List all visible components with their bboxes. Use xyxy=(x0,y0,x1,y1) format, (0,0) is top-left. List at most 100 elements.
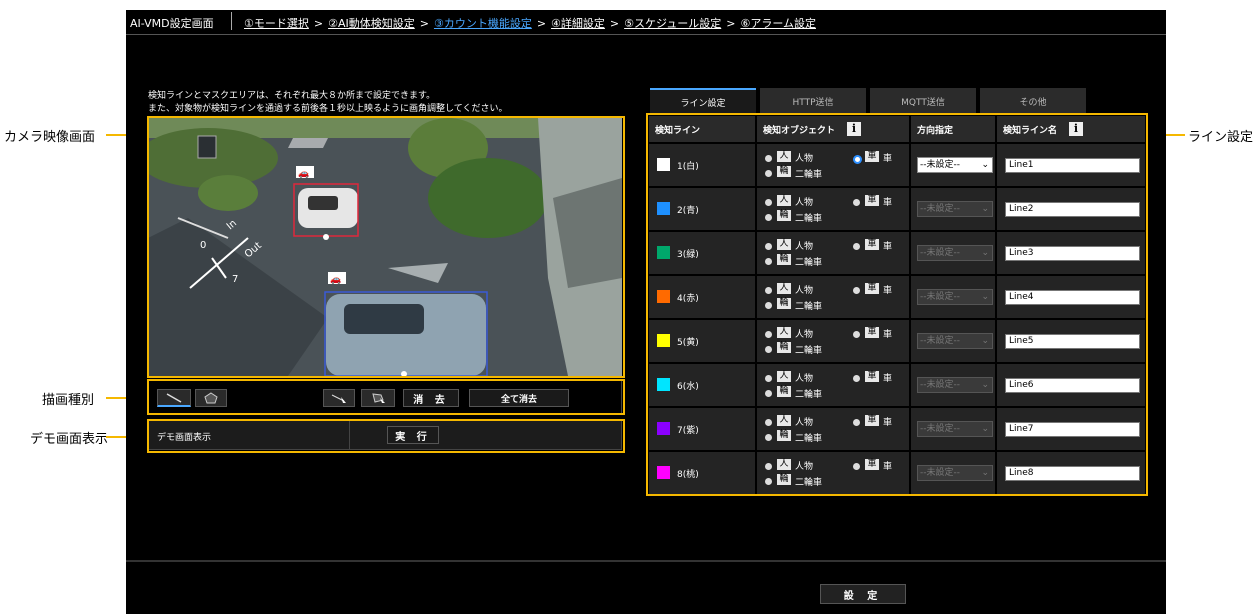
erase-all-button[interactable]: 全て消去 xyxy=(469,389,569,407)
step-detail[interactable]: ④詳細設定 xyxy=(551,17,605,30)
line-tool-button[interactable] xyxy=(157,389,191,407)
bike-radio[interactable] xyxy=(765,390,772,397)
person-radio[interactable] xyxy=(765,155,772,162)
line-name-input[interactable]: Line7 xyxy=(1005,422,1140,437)
direction-value: --未設定-- xyxy=(920,424,960,434)
direction-select[interactable]: --未設定-- ⌄ xyxy=(917,421,993,437)
car-radio[interactable] xyxy=(853,155,862,164)
car-radio[interactable] xyxy=(853,287,860,294)
direction-select[interactable]: --未設定-- ⌄ xyxy=(917,201,993,217)
car-radio[interactable] xyxy=(853,419,860,426)
line-name-input[interactable]: Line3 xyxy=(1005,246,1140,261)
person-icon: 人 xyxy=(777,459,791,470)
direction-select[interactable]: --未設定-- ⌄ xyxy=(917,465,993,481)
line-name-input[interactable]: Line1 xyxy=(1005,158,1140,173)
name-info-icon[interactable]: i xyxy=(1069,122,1084,136)
step-mode-select[interactable]: ①モード選択 xyxy=(244,17,309,30)
car-radio[interactable] xyxy=(853,243,860,250)
bike-label: 二輪車 xyxy=(795,214,823,224)
person-radio[interactable] xyxy=(765,199,772,206)
car-icon: 車 xyxy=(865,151,879,162)
object-cell: 人人物 車車輪二輪車 xyxy=(757,364,909,406)
direction-value: --未設定-- xyxy=(920,380,960,390)
person-radio[interactable] xyxy=(765,331,772,338)
person-radio[interactable] xyxy=(765,419,772,426)
tab-mqtt[interactable]: MQTT送信 xyxy=(870,88,976,114)
person-icon: 人 xyxy=(777,371,791,382)
table-header: 検知ライン 検知オブジェクト i 方向指定 検知ライン名 i xyxy=(649,116,1145,142)
tab-line-settings[interactable]: ライン設定 xyxy=(650,88,756,114)
step-schedule[interactable]: ⑤スケジュール設定 xyxy=(624,17,721,30)
direction-select[interactable]: --未設定-- ⌄ xyxy=(917,157,993,173)
bike-icon: 輪 xyxy=(777,474,791,485)
line-name-input[interactable]: Line4 xyxy=(1005,290,1140,305)
name-cell: Line3 xyxy=(997,232,1145,274)
table-row: 3(緑) 人人物 車車輪二輪車 --未設定-- ⌄ Line3 xyxy=(649,232,1145,274)
crumb-separator: > xyxy=(313,17,324,30)
header-direction: 方向指定 xyxy=(911,116,995,142)
crumb-separator: > xyxy=(419,17,429,30)
step-alarm[interactable]: ⑥アラーム設定 xyxy=(740,17,816,30)
bike-radio[interactable] xyxy=(765,478,772,485)
car-label: 車 xyxy=(883,462,893,472)
object-cell: 人人物 車車輪二輪車 xyxy=(757,408,909,450)
direction-cell: --未設定-- ⌄ xyxy=(911,364,995,406)
demo-run-button[interactable]: 実 行 xyxy=(387,426,439,444)
car-label: 車 xyxy=(883,286,893,296)
tab-other[interactable]: その他 xyxy=(980,88,1086,114)
direction-value: --未設定-- xyxy=(920,336,960,346)
line-select-icon xyxy=(331,394,346,403)
person-radio[interactable] xyxy=(765,375,772,382)
step-breadcrumb: ①モード選択 > ②AI動体検知設定 > ③カウント機能設定 > ④詳細設定 > ⑤スケジュール… xyxy=(244,15,816,31)
header-name: 検知ライン名 i xyxy=(997,116,1145,142)
bike-label: 二輪車 xyxy=(795,302,823,312)
select-line-button[interactable] xyxy=(323,389,355,407)
line-name-input[interactable]: Line2 xyxy=(1005,202,1140,217)
car-radio[interactable] xyxy=(853,199,860,206)
person-radio[interactable] xyxy=(765,287,772,294)
tab-http[interactable]: HTTP送信 xyxy=(760,88,866,114)
line-name-input[interactable]: Line5 xyxy=(1005,334,1140,349)
set-button[interactable]: 設 定 xyxy=(820,584,906,604)
line-label: 5(黄) xyxy=(677,338,699,348)
line-name-input[interactable]: Line6 xyxy=(1005,378,1140,393)
direction-select[interactable]: --未設定-- ⌄ xyxy=(917,245,993,261)
notice-line-2: また、対象物が検知ラインを通過する前後各１秒以上映るように画角調整してください。 xyxy=(148,104,508,114)
car-radio[interactable] xyxy=(853,375,860,382)
direction-select[interactable]: --未設定-- ⌄ xyxy=(917,289,993,305)
bike-radio[interactable] xyxy=(765,170,772,177)
select-area-button[interactable] xyxy=(361,389,395,407)
chevron-down-icon: ⌄ xyxy=(981,292,989,302)
direction-value: --未設定-- xyxy=(920,204,960,214)
footer-divider xyxy=(126,560,1166,562)
step-count-function[interactable]: ③カウント機能設定 xyxy=(434,17,532,30)
direction-select[interactable]: --未設定-- ⌄ xyxy=(917,377,993,393)
bike-radio[interactable] xyxy=(765,434,772,441)
polygon-tool-button[interactable] xyxy=(195,389,227,407)
car-radio[interactable] xyxy=(853,463,860,470)
person-radio[interactable] xyxy=(765,463,772,470)
bike-radio[interactable] xyxy=(765,258,772,265)
bike-radio[interactable] xyxy=(765,302,772,309)
crumb-separator: > xyxy=(609,17,620,30)
bike-icon: 輪 xyxy=(777,210,791,221)
line-seven-label: 7 xyxy=(232,274,238,285)
person-label: 人物 xyxy=(795,462,814,472)
chevron-down-icon: ⌄ xyxy=(981,160,989,170)
step-ai-detection[interactable]: ②AI動体検知設定 xyxy=(328,17,415,30)
name-cell: Line2 xyxy=(997,188,1145,230)
line-name-input[interactable]: Line8 xyxy=(1005,466,1140,481)
camera-view[interactable]: 🚗 🚗 In Out 0 7 xyxy=(148,118,622,376)
name-cell: Line7 xyxy=(997,408,1145,450)
erase-button[interactable]: 消 去 xyxy=(403,389,459,407)
object-cell: 人人物 車車輪二輪車 xyxy=(757,452,909,494)
car-icon: 車 xyxy=(865,415,879,426)
bike-radio[interactable] xyxy=(765,346,772,353)
bike-radio[interactable] xyxy=(765,214,772,221)
direction-select[interactable]: --未設定-- ⌄ xyxy=(917,333,993,349)
area-select-icon xyxy=(372,393,385,403)
person-radio[interactable] xyxy=(765,243,772,250)
person-icon: 人 xyxy=(777,415,791,426)
car-radio[interactable] xyxy=(853,331,860,338)
object-info-icon[interactable]: i xyxy=(847,122,862,136)
